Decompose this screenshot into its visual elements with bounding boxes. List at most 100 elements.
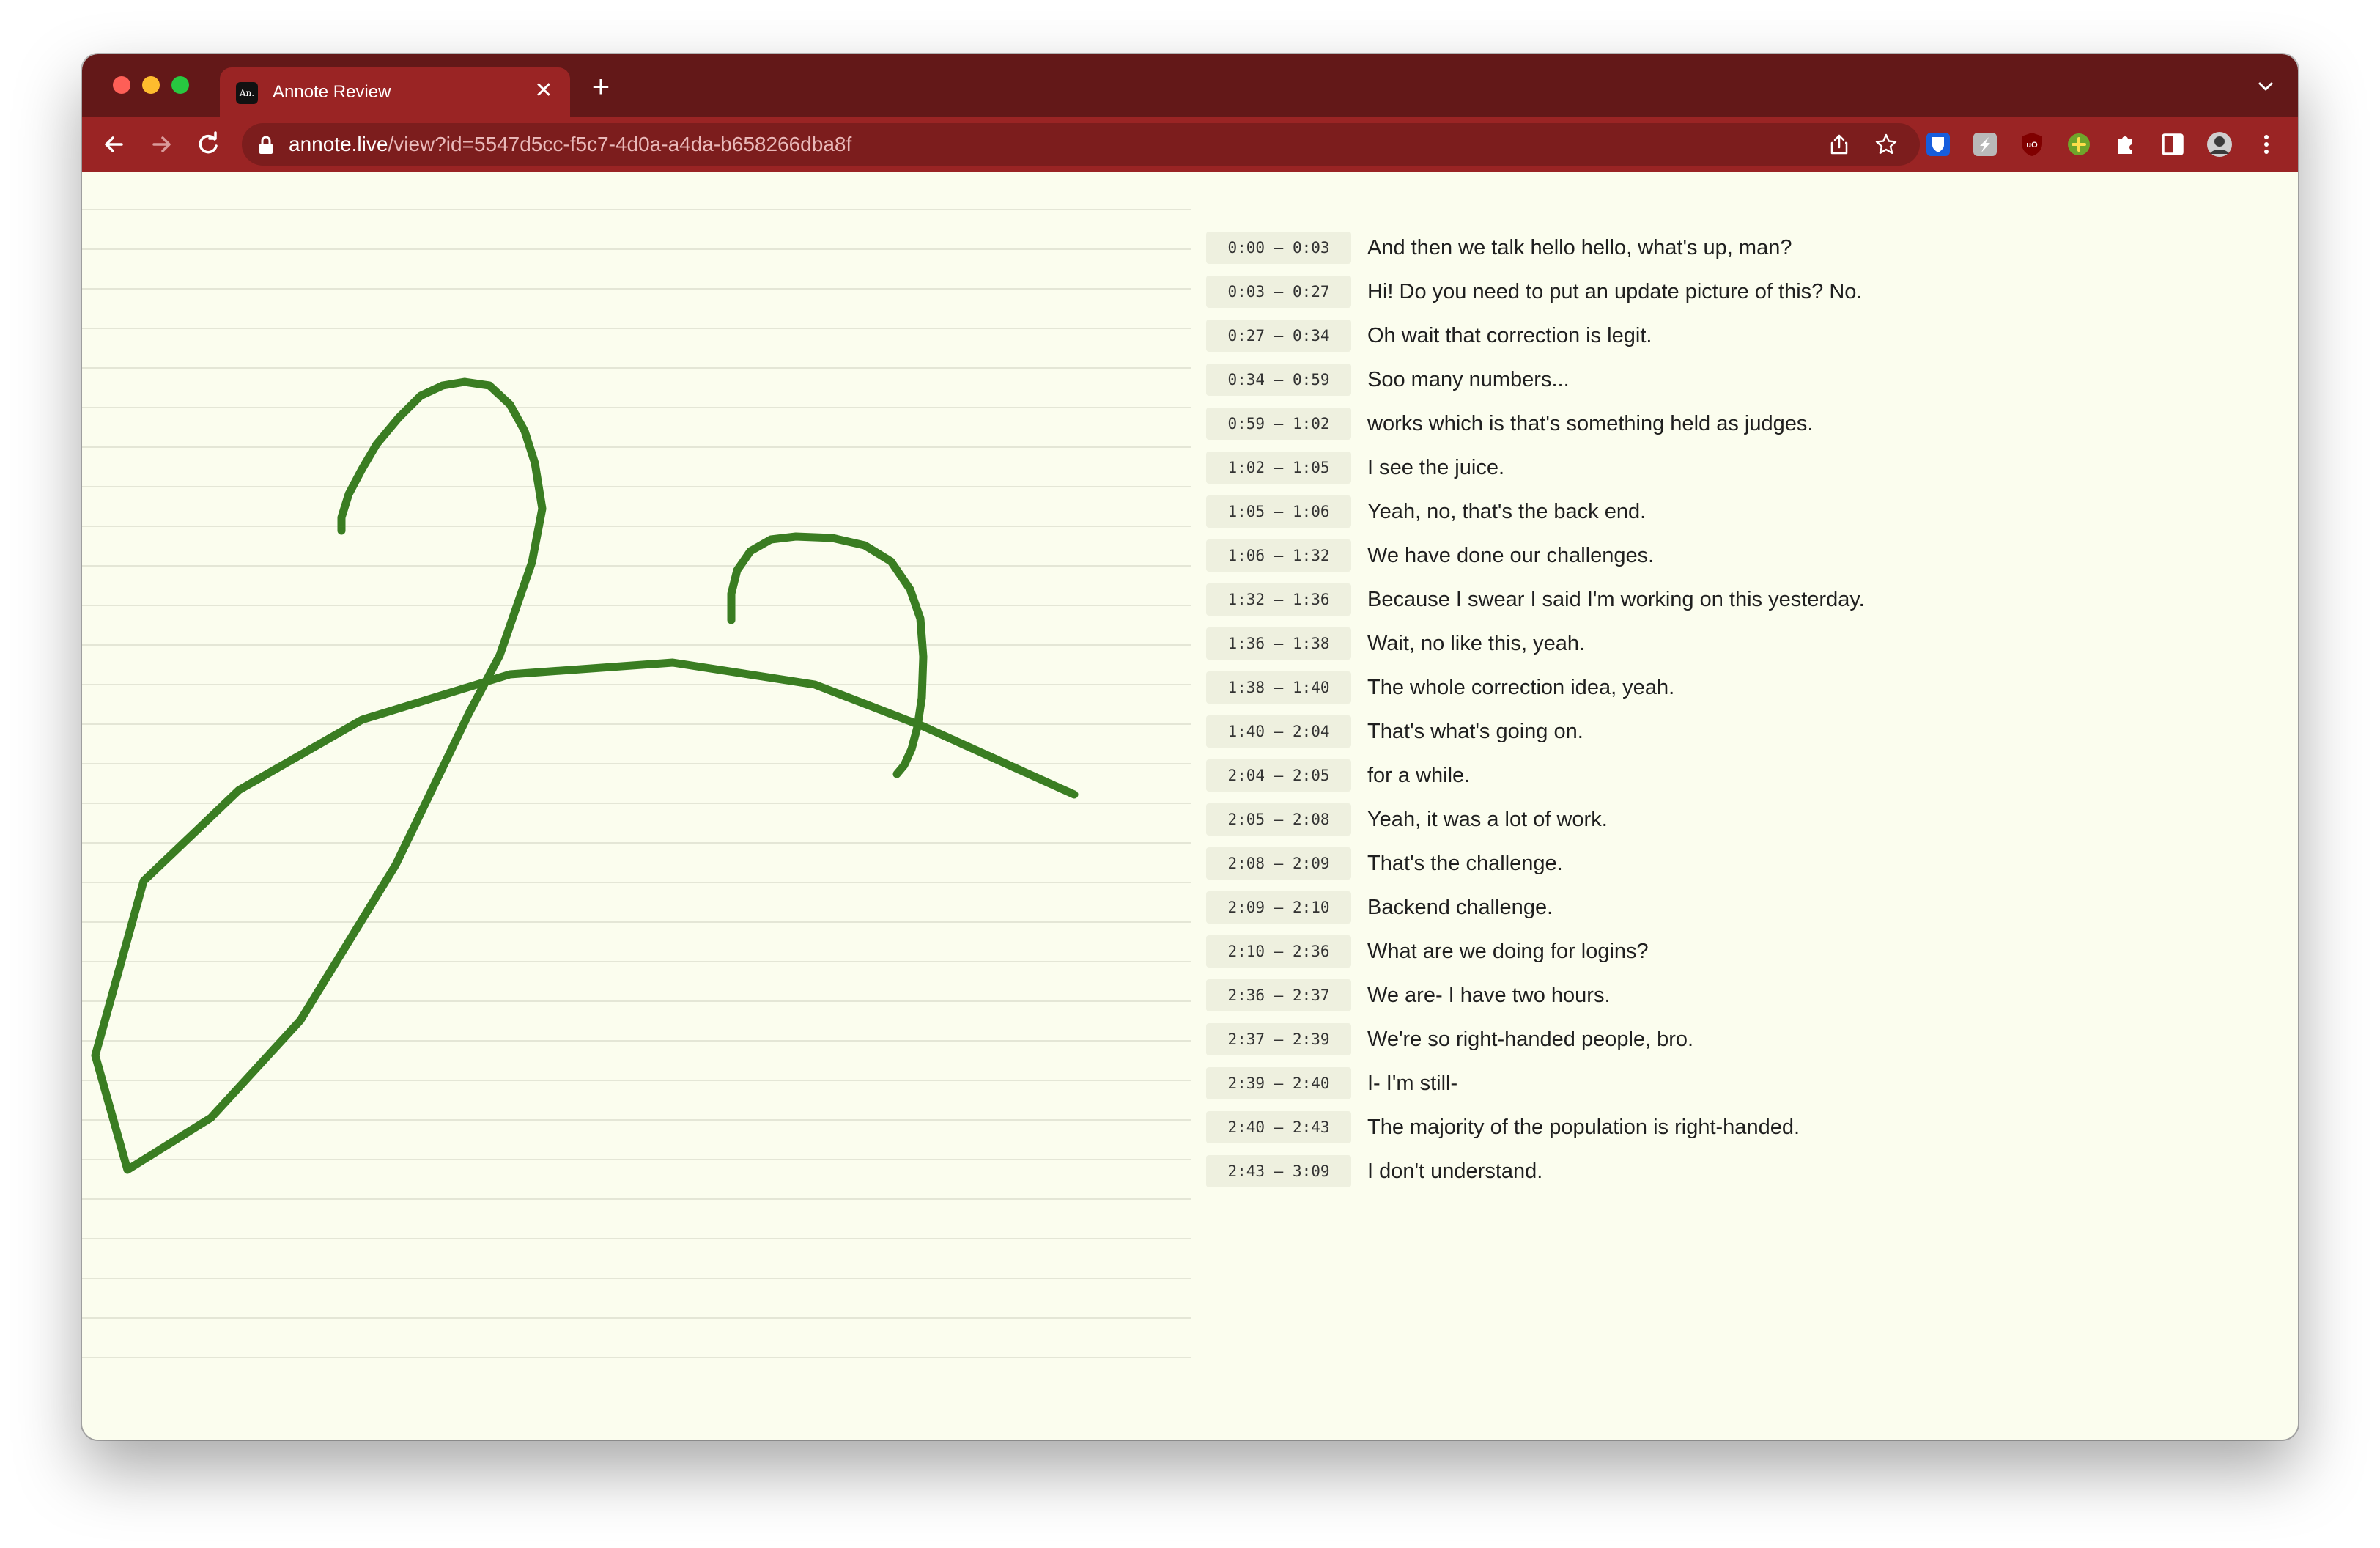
tab-search-chevron-icon[interactable] xyxy=(2252,73,2279,100)
bitwarden-icon[interactable] xyxy=(1924,130,1952,158)
timestamp-badge[interactable]: 1:36 – 1:38 xyxy=(1206,627,1351,660)
transcript-text: Because I swear I said I'm working on th… xyxy=(1367,588,1865,611)
timestamp-badge[interactable]: 0:59 – 1:02 xyxy=(1206,408,1351,440)
timestamp-badge[interactable]: 1:05 – 1:06 xyxy=(1206,495,1351,528)
timestamp-badge[interactable]: 0:00 – 0:03 xyxy=(1206,232,1351,264)
transcript-row[interactable]: 0:03 – 0:27 Hi! Do you need to put an upd… xyxy=(1206,271,2085,315)
transcript-text: Soo many numbers... xyxy=(1367,368,1570,391)
ink-stroke-hook xyxy=(727,532,928,778)
menu-kebab-icon[interactable] xyxy=(2252,130,2280,158)
timestamp-badge[interactable]: 0:03 – 0:27 xyxy=(1206,276,1351,308)
annotation-canvas[interactable] xyxy=(82,172,1191,1440)
transcript-text: We have done our challenges. xyxy=(1367,544,1655,567)
address-bar[interactable]: annote.live/view?id=5547d5cc-f5c7-4d0a-a… xyxy=(242,123,1920,166)
puzzle-extensions-icon[interactable] xyxy=(2112,130,2140,158)
transcript-text: That's what's going on. xyxy=(1367,720,1583,743)
transcript-row[interactable]: 2:39 – 2:40 I- I'm still- xyxy=(1206,1063,2085,1107)
transcript-text: What are we doing for logins? xyxy=(1367,940,1649,963)
transcript-row[interactable]: 1:40 – 2:04 That's what's going on. xyxy=(1206,711,2085,755)
transcript-text: for a while. xyxy=(1367,764,1471,787)
window-close-button[interactable] xyxy=(113,76,130,94)
transcript-text: Wait, no like this, yeah. xyxy=(1367,632,1586,655)
transcript-text: Hi! Do you need to put an update picture… xyxy=(1367,280,1863,303)
timestamp-badge[interactable]: 2:10 – 2:36 xyxy=(1206,935,1351,968)
transcript-row[interactable]: 0:27 – 0:34 Oh wait that correction is le… xyxy=(1206,315,2085,359)
timestamp-badge[interactable]: 2:09 – 2:10 xyxy=(1206,891,1351,924)
tab-strip: An. Annote Review ✕ + xyxy=(82,54,2298,117)
timestamp-badge[interactable]: 2:04 – 2:05 xyxy=(1206,759,1351,792)
timestamp-badge[interactable]: 2:37 – 2:39 xyxy=(1206,1023,1351,1055)
timestamp-badge[interactable]: 1:06 – 1:32 xyxy=(1206,539,1351,572)
transcript-row[interactable]: 1:36 – 1:38 Wait, no like this, yeah. xyxy=(1206,623,2085,667)
transcript-text: We are- I have two hours. xyxy=(1367,984,1611,1007)
share-icon[interactable] xyxy=(1828,133,1851,156)
tab-title: Annote Review xyxy=(273,82,391,102)
transcript-text: We're so right-handed people, bro. xyxy=(1367,1028,1694,1051)
transcript-row[interactable]: 1:06 – 1:32 We have done our challenges. xyxy=(1206,535,2085,579)
window-minimize-button[interactable] xyxy=(142,76,160,94)
browser-toolbar: annote.live/view?id=5547d5cc-f5c7-4d0a-a… xyxy=(82,117,2298,172)
window-zoom-button[interactable] xyxy=(171,76,189,94)
timestamp-badge[interactable]: 0:34 – 0:59 xyxy=(1206,364,1351,396)
transcript-text: Backend challenge. xyxy=(1367,896,1553,919)
new-tab-button[interactable]: + xyxy=(585,70,617,103)
url-text[interactable]: annote.live/view?id=5547d5cc-f5c7-4d0a-a… xyxy=(289,132,851,157)
timestamp-badge[interactable]: 1:40 – 2:04 xyxy=(1206,715,1351,748)
transcript-text: I- I'm still- xyxy=(1367,1072,1458,1095)
transcript-text: I see the juice. xyxy=(1367,456,1504,479)
annote-favicon-icon: An. xyxy=(236,82,258,104)
ublock-origin-icon[interactable]: uO xyxy=(2018,130,2046,158)
transcript-row[interactable]: 2:04 – 2:05 for a while. xyxy=(1206,755,2085,799)
transcript-row[interactable]: 1:02 – 1:05 I see the juice. xyxy=(1206,447,2085,491)
green-plus-extension-icon[interactable] xyxy=(2065,130,2093,158)
tab-close-icon[interactable]: ✕ xyxy=(531,78,557,104)
ink-stroke-large xyxy=(91,377,1079,1174)
timestamp-badge[interactable]: 2:43 – 3:09 xyxy=(1206,1155,1351,1187)
transcript-row[interactable]: 2:10 – 2:36 What are we doing for logins? xyxy=(1206,931,2085,975)
reload-icon[interactable] xyxy=(191,127,226,162)
transcript-text: Yeah, it was a lot of work. xyxy=(1367,808,1608,831)
svg-text:uO: uO xyxy=(2026,141,2038,150)
timestamp-badge[interactable]: 2:39 – 2:40 xyxy=(1206,1067,1351,1099)
transcript-row[interactable]: 2:36 – 2:37 We are- I have two hours. xyxy=(1206,975,2085,1019)
url-path: /view?id=5547d5cc-f5c7-4d0a-a4da-b658266… xyxy=(388,133,852,155)
notes-extension-icon[interactable] xyxy=(1971,130,1999,158)
transcript-text: And then we talk hello hello, what's up,… xyxy=(1367,236,1792,259)
transcript-row[interactable]: 1:38 – 1:40 The whole correction idea, ye… xyxy=(1206,667,2085,711)
timestamp-badge[interactable]: 2:36 – 2:37 xyxy=(1206,979,1351,1011)
lock-icon[interactable] xyxy=(258,136,274,155)
transcript-text: The whole correction idea, yeah. xyxy=(1367,676,1675,699)
timestamp-badge[interactable]: 2:40 – 2:43 xyxy=(1206,1111,1351,1143)
transcript-row[interactable]: 2:37 – 2:39 We're so right-handed people,… xyxy=(1206,1019,2085,1063)
url-host: annote.live xyxy=(289,133,388,155)
transcript-text: Oh wait that correction is legit. xyxy=(1367,324,1652,347)
transcript-row[interactable]: 2:40 – 2:43 The majority of the populatio… xyxy=(1206,1107,2085,1151)
timestamp-badge[interactable]: 1:38 – 1:40 xyxy=(1206,671,1351,704)
back-arrow-icon[interactable] xyxy=(97,127,132,162)
transcript-text: Yeah, no, that's the back end. xyxy=(1367,500,1647,523)
timestamp-badge[interactable]: 0:27 – 0:34 xyxy=(1206,320,1351,352)
tab-annote-review[interactable]: An. Annote Review ✕ xyxy=(220,67,570,117)
transcript-row[interactable]: 0:34 – 0:59 Soo many numbers... xyxy=(1206,359,2085,403)
timestamp-badge[interactable]: 2:08 – 2:09 xyxy=(1206,847,1351,880)
transcript-row[interactable]: 0:59 – 1:02 works which is that's somethi… xyxy=(1206,403,2085,447)
timestamp-badge[interactable]: 1:32 – 1:36 xyxy=(1206,583,1351,616)
timestamp-badge[interactable]: 1:02 – 1:05 xyxy=(1206,452,1351,484)
transcript-row[interactable]: 2:43 – 3:09 I don't understand. xyxy=(1206,1151,2085,1195)
timestamp-badge[interactable]: 2:05 – 2:08 xyxy=(1206,803,1351,836)
transcript-row[interactable]: 2:08 – 2:09 That's the challenge. xyxy=(1206,843,2085,887)
browser-window: An. Annote Review ✕ + annote.live/view?i… xyxy=(82,54,2298,1440)
transcript-row[interactable]: 0:00 – 0:03 And then we talk hello hello,… xyxy=(1206,227,2085,271)
profile-avatar[interactable] xyxy=(2206,130,2233,158)
transcript-row[interactable]: 2:05 – 2:08 Yeah, it was a lot of work. xyxy=(1206,799,2085,843)
side-panel-icon[interactable] xyxy=(2159,130,2187,158)
transcript-row[interactable]: 1:32 – 1:36 Because I swear I said I'm wo… xyxy=(1206,579,2085,623)
page-content: 0:00 – 0:03 And then we talk hello hello,… xyxy=(82,172,2298,1440)
transcript-list: 0:00 – 0:03 And then we talk hello hello,… xyxy=(1206,227,2085,1195)
transcript-row[interactable]: 2:09 – 2:10 Backend challenge. xyxy=(1206,887,2085,931)
forward-arrow-icon[interactable] xyxy=(144,127,179,162)
transcript-row[interactable]: 1:05 – 1:06 Yeah, no, that's the back end… xyxy=(1206,491,2085,535)
transcript-text: works which is that's something held as … xyxy=(1367,412,1814,435)
transcript-text: That's the challenge. xyxy=(1367,852,1563,875)
bookmark-star-icon[interactable] xyxy=(1874,133,1898,156)
